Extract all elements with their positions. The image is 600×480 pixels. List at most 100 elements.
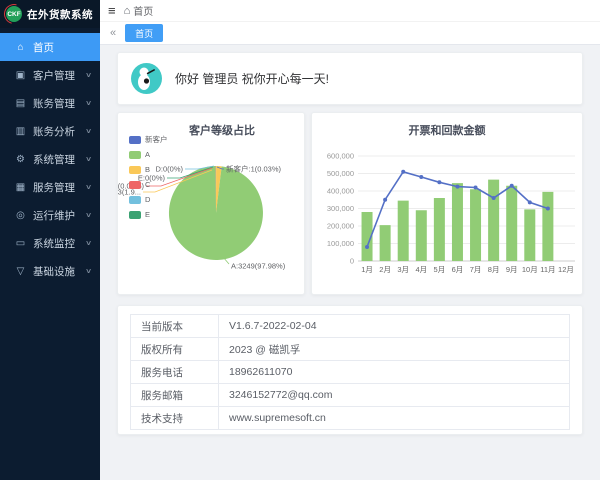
info-value: 18962611070 — [219, 361, 570, 384]
bar-column-11月 — [542, 192, 553, 261]
x-axis-tick: 11月 — [540, 265, 555, 274]
chevron-down-icon: ∨ — [85, 239, 92, 247]
legend-item-B[interactable]: B — [129, 162, 168, 177]
legend-item-A[interactable]: A — [129, 147, 168, 162]
avatar-figure-icon — [131, 63, 162, 94]
chevron-down-icon: ∨ — [85, 267, 92, 275]
operations-icon: ◎ — [13, 210, 28, 221]
sidebar-item-1[interactable]: ▣ 客户管理 ∨ — [0, 61, 100, 89]
pie-chart-card: 客户等级占比 新客户ABCDE D:0(0%)新客户:1(0.03%)E:0(0… — [117, 112, 305, 295]
bar-column-6月 — [452, 183, 463, 261]
x-axis-tick: 7月 — [470, 265, 482, 274]
sidebar-item-label: 服务管理 — [33, 180, 75, 195]
info-label: 当前版本 — [131, 315, 219, 338]
x-axis-tick: 10月 — [522, 265, 538, 274]
y-axis-tick: 500,000 — [327, 169, 354, 178]
legend-swatch — [129, 181, 141, 189]
table-row: 服务电话18962611070 — [131, 361, 570, 384]
legend-label: 新客户 — [145, 134, 168, 145]
y-axis-tick: 400,000 — [327, 187, 354, 196]
chevron-down-icon: ∨ — [85, 99, 92, 107]
top-navbar: ≡ ⌂ 首页 — [100, 0, 600, 22]
chevron-down-icon: ∨ — [85, 183, 92, 191]
gear-icon: ⚙ — [13, 154, 28, 165]
table-row: 技术支持www.supremesoft.cn — [131, 407, 570, 430]
info-value: www.supremesoft.cn — [219, 407, 570, 430]
infrastructure-icon: ▽ — [13, 266, 28, 277]
pie-label-A: A:3249(97.98%) — [231, 262, 286, 271]
sidebar-item-6[interactable]: ◎ 运行维护 ∨ — [0, 201, 100, 229]
greeting-text: 你好 管理员 祝你开心每一天! — [175, 70, 329, 87]
bar-column-3月 — [398, 201, 409, 261]
info-label: 服务电话 — [131, 361, 219, 384]
home-icon: ⌂ — [124, 5, 131, 17]
legend-item-新客户[interactable]: 新客户 — [129, 132, 168, 147]
bar-column-2月 — [380, 225, 391, 261]
x-axis-tick: 4月 — [415, 265, 427, 274]
x-axis-tick: 12月 — [558, 265, 574, 274]
legend-item-E[interactable]: E — [129, 207, 168, 222]
table-row: 服务邮箱3246152772@qq.com — [131, 384, 570, 407]
info-label: 技术支持 — [131, 407, 219, 430]
main-area: ≡ ⌂ 首页 « 首页 你好 管理员 祝你开心每一天! 客户等级占比 — [100, 0, 600, 480]
bar-column-7月 — [470, 189, 481, 261]
pie-label-新客户: 新客户:1(0.03%) — [226, 164, 282, 174]
accounting-icon: ▤ — [13, 98, 28, 109]
breadcrumb[interactable]: ⌂ 首页 — [124, 3, 154, 18]
info-value: 2023 @ 磁凯孚 — [219, 338, 570, 361]
legend-item-D[interactable]: D — [129, 192, 168, 207]
pie-legend: 新客户 ABCDE — [129, 132, 168, 222]
sidebar: CKF 在外货款系统 ⌂首页▣客户管理∨▤账务管理∨▥账务分析∨⚙系统管理∨▦服… — [0, 0, 100, 480]
system-info-table: 当前版本V1.6.7-2022-02-04版权所有2023 @ 磁凯孚服务电话1… — [130, 314, 570, 430]
legend-label: B — [145, 165, 150, 174]
tab-home[interactable]: 首页 — [125, 24, 163, 42]
line-point-2月 — [383, 198, 387, 202]
legend-swatch — [129, 151, 141, 159]
avatar — [131, 63, 162, 94]
hamburger-icon[interactable]: ≡ — [100, 4, 124, 17]
sidebar-item-label: 系统管理 — [33, 152, 75, 167]
sidebar-item-label: 客户管理 — [33, 68, 75, 83]
tab-scroll-left-icon[interactable]: « — [106, 27, 120, 39]
chevron-down-icon: ∨ — [85, 211, 92, 219]
table-row: 当前版本V1.6.7-2022-02-04 — [131, 315, 570, 338]
line-point-11月 — [546, 207, 550, 211]
line-point-9月 — [510, 184, 514, 188]
chevron-down-icon: ∨ — [85, 155, 92, 163]
y-axis-tick: 200,000 — [327, 222, 354, 231]
line-point-8月 — [492, 196, 496, 200]
sidebar-item-label: 首页 — [33, 40, 54, 55]
system-info-card: 当前版本V1.6.7-2022-02-04版权所有2023 @ 磁凯孚服务电话1… — [117, 305, 583, 435]
sidebar-item-4[interactable]: ⚙ 系统管理 ∨ — [0, 145, 100, 173]
home-icon: ⌂ — [13, 42, 28, 53]
x-axis-tick: 8月 — [488, 265, 500, 274]
line-point-4月 — [419, 175, 423, 179]
legend-item-C[interactable]: C — [129, 177, 168, 192]
sidebar-item-3[interactable]: ▥账务分析∨ — [0, 117, 100, 145]
page-content: 你好 管理员 祝你开心每一天! 客户等级占比 新客户ABCDE D:0(0%)新… — [100, 45, 600, 480]
table-row: 版权所有2023 @ 磁凯孚 — [131, 338, 570, 361]
app-title: 在外货款系统 — [27, 7, 93, 22]
line-point-1月 — [365, 245, 369, 249]
sidebar-item-8[interactable]: ▽ 基础设施 ∨ — [0, 257, 100, 285]
customers-icon: ▣ — [13, 70, 28, 81]
app-logo-bar: CKF 在外货款系统 — [0, 0, 100, 28]
breadcrumb-label: 首页 — [133, 3, 153, 18]
line-point-7月 — [474, 186, 478, 190]
sidebar-item-home[interactable]: ⌂ 首页 — [0, 33, 100, 61]
sidebar-item-2[interactable]: ▤ 账务管理 ∨ — [0, 89, 100, 117]
bar-column-5月 — [434, 198, 445, 261]
legend-swatch — [129, 196, 141, 204]
bar-line-chart[interactable]: 0100,000200,000300,000400,000500,000600,… — [312, 141, 584, 291]
bar-column-4月 — [416, 210, 427, 261]
sidebar-item-label: 账务管理 — [33, 96, 75, 111]
x-axis-tick: 2月 — [379, 265, 391, 274]
sidebar-item-7[interactable]: ▭系统监控∨ — [0, 229, 100, 257]
sidebar-item-label: 基础设施 — [33, 264, 75, 279]
chevron-down-icon: ∨ — [85, 71, 92, 79]
sidebar-item-label: 运行维护 — [33, 208, 75, 223]
info-label: 版权所有 — [131, 338, 219, 361]
sidebar-item-5[interactable]: ▦服务管理∨ — [0, 173, 100, 201]
x-axis-tick: 3月 — [397, 265, 409, 274]
info-value: V1.6.7-2022-02-04 — [219, 315, 570, 338]
